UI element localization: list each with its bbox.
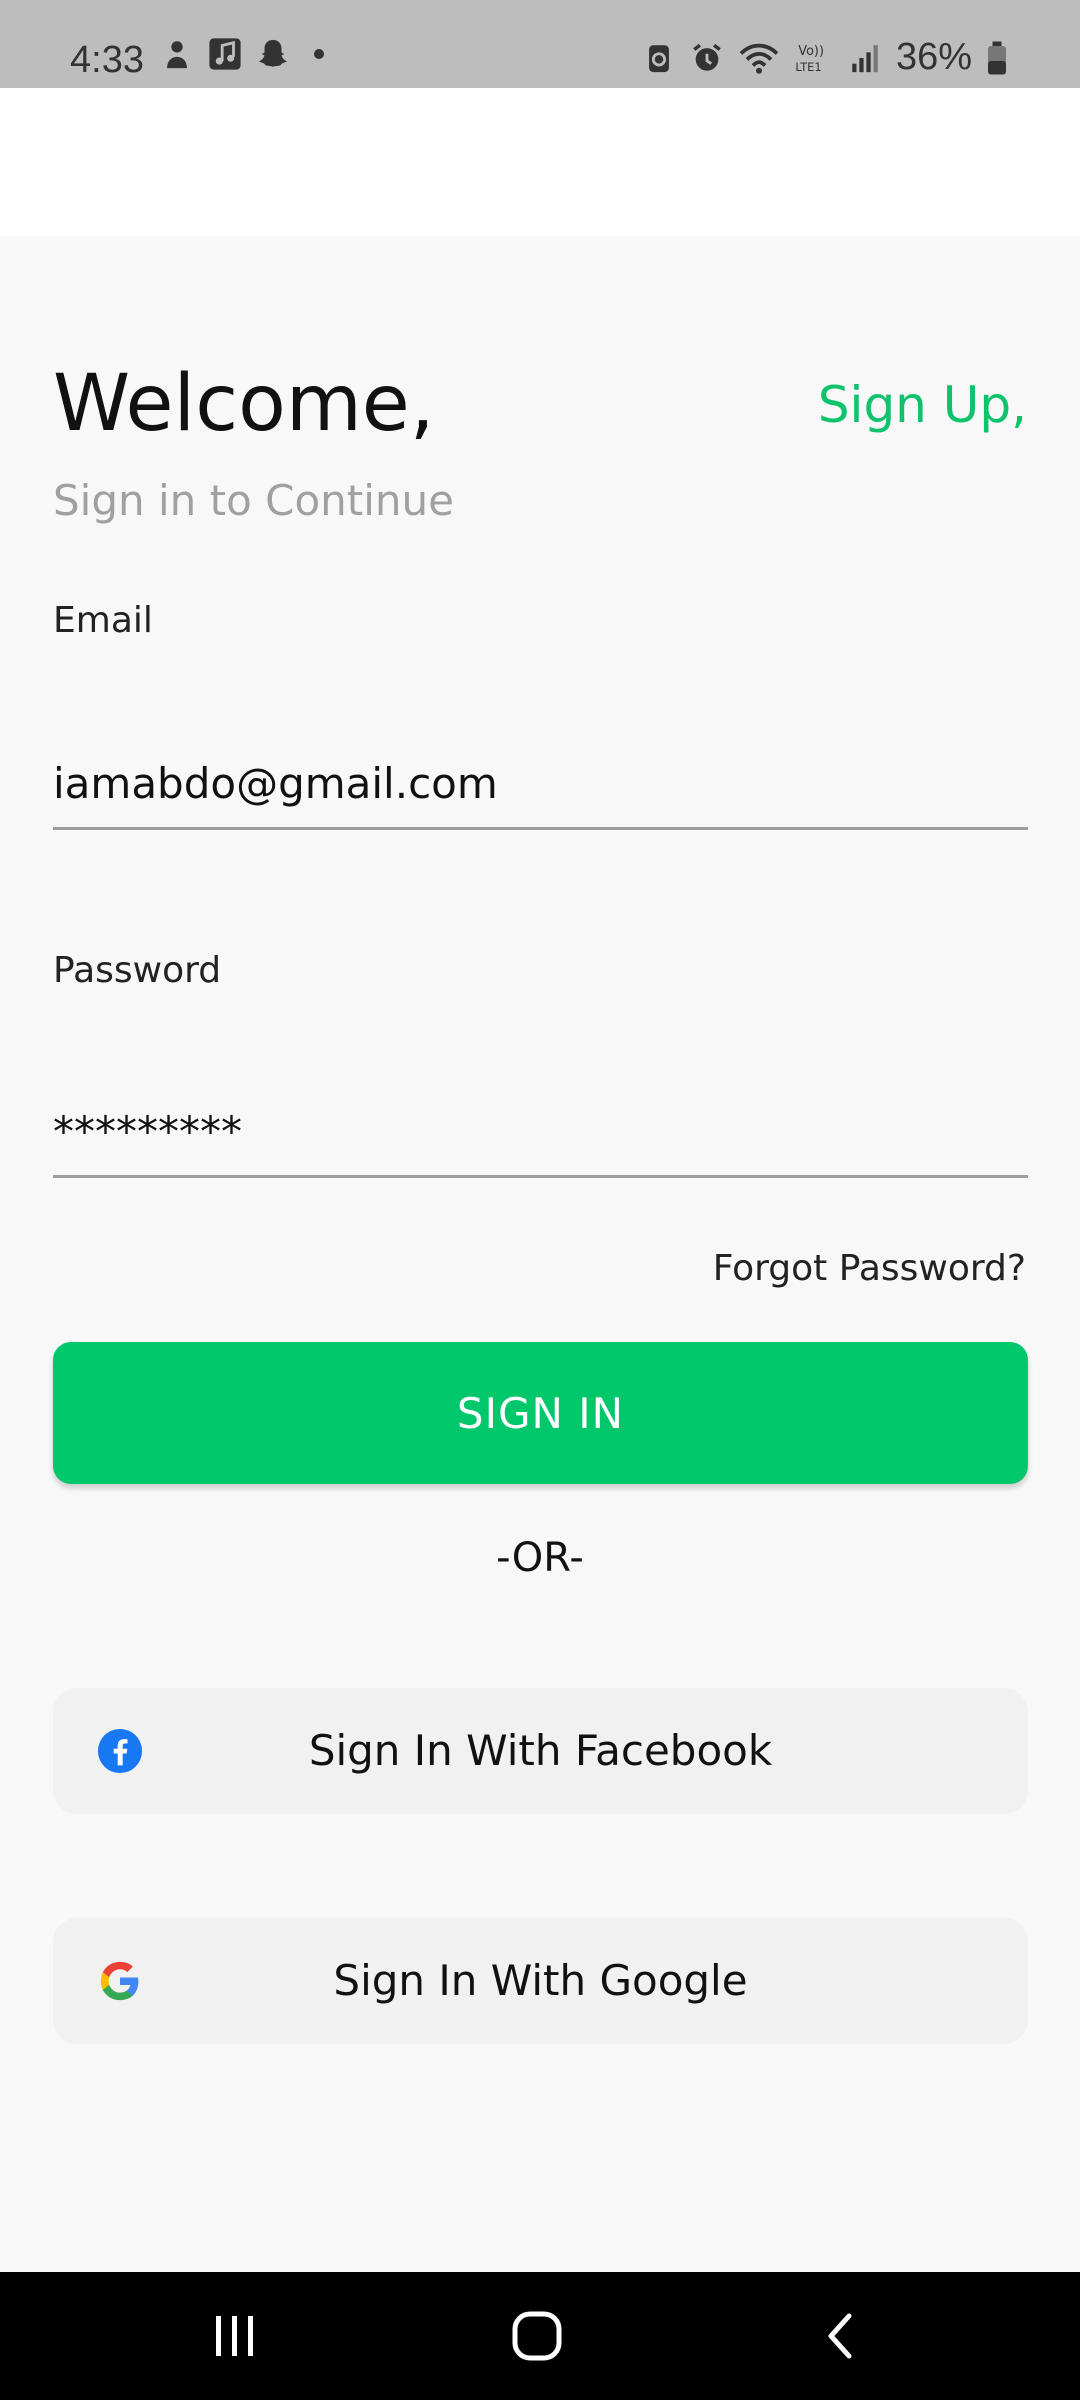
alarm-icon — [693, 43, 721, 71]
svg-text:Vo)): Vo)) — [798, 44, 824, 59]
person-icon — [167, 41, 187, 69]
email-label: Email — [53, 600, 153, 641]
dot-icon — [314, 49, 324, 59]
sign-in-button[interactable]: SIGN IN — [53, 1342, 1028, 1484]
status-system-icons: Vo)) LTE1 36% — [642, 36, 1008, 79]
status-bar: 4:33 Vo)) LTE1 36% — [0, 0, 1080, 88]
status-time: 4:33 — [70, 39, 144, 81]
google-button-label: Sign In With Google — [333, 1956, 748, 2005]
facebook-signin-button[interactable]: Sign In With Facebook — [53, 1688, 1028, 1814]
app-header — [0, 88, 1080, 236]
battery-icon — [988, 41, 1006, 74]
svg-text:LTE1: LTE1 — [795, 59, 821, 73]
home-icon[interactable] — [492, 2300, 582, 2372]
volte-icon: Vo))LTE1 — [795, 44, 824, 74]
password-field[interactable] — [53, 1088, 1028, 1178]
google-signin-button[interactable]: Sign In With Google — [53, 1918, 1028, 2044]
battery-saver-icon — [649, 44, 669, 72]
battery-percentage: 36% — [895, 36, 972, 78]
back-icon[interactable] — [796, 2300, 886, 2372]
forgot-password-link[interactable]: Forgot Password? — [713, 1246, 1026, 1292]
welcome-title: Welcome, — [53, 359, 435, 449]
sign-up-link[interactable]: Sign Up, — [818, 372, 1027, 438]
navigation-bar — [0, 2272, 1080, 2400]
status-notification-icons — [160, 36, 324, 72]
music-icon — [209, 38, 241, 70]
recent-apps-icon[interactable] — [190, 2300, 280, 2372]
password-label: Password — [53, 950, 222, 991]
signal-icon — [852, 44, 878, 72]
wifi-icon — [739, 43, 779, 74]
or-divider: -OR- — [496, 1535, 584, 1581]
facebook-button-label: Sign In With Facebook — [308, 1726, 773, 1775]
snapchat-icon — [258, 39, 288, 67]
signin-subtitle: Sign in to Continue — [53, 476, 454, 525]
email-field[interactable] — [53, 740, 1028, 830]
